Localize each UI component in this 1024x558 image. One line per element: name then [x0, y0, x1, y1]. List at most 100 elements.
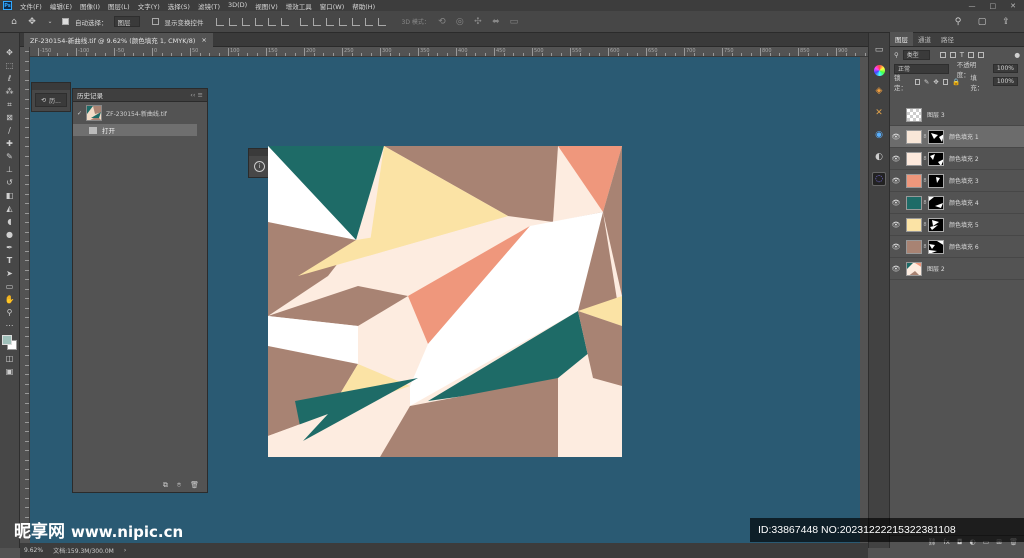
maximize-icon[interactable]: □ [990, 2, 997, 10]
history-collapsed-button[interactable]: ⟲ 历... [35, 93, 67, 107]
photoshop-logo-icon[interactable]: Ps [3, 1, 12, 10]
layer-row[interactable]: 👁 8 颜色填充 5 [890, 214, 1024, 236]
panel-header[interactable] [32, 83, 70, 90]
shape-tool-icon[interactable]: ▭ [3, 281, 16, 292]
chevron-down-icon[interactable]: ⌄ [44, 16, 56, 28]
eye-icon[interactable]: 👁 [890, 133, 902, 141]
paint-bucket-icon[interactable]: ◭ [3, 203, 16, 214]
layer-mask-thumbnail[interactable] [928, 195, 944, 210]
brush-tool-icon[interactable]: ✎ [3, 151, 16, 162]
eye-icon[interactable]: 👁 [890, 199, 902, 207]
layer-mask-thumbnail[interactable] [928, 151, 944, 166]
clone-stamp-icon[interactable]: ⊥ [3, 164, 16, 175]
history-panel-title[interactable]: 历史记录 [77, 90, 103, 100]
pixel-filter-icon[interactable] [939, 51, 946, 58]
properties-icon[interactable]: ▭ [872, 43, 886, 57]
history-step[interactable]: 打开 [73, 124, 197, 136]
lasso-tool-icon[interactable]: ℓ [3, 73, 16, 84]
show-transform-checkbox[interactable] [151, 18, 159, 25]
distribute-icon[interactable] [338, 17, 347, 26]
distribute-icon[interactable] [325, 17, 334, 26]
3d-roll-icon[interactable]: ◎ [454, 16, 466, 28]
auto-select-target-select[interactable]: 图层 [113, 16, 140, 27]
auto-select-checkbox[interactable] [62, 18, 69, 25]
align-right-icon[interactable] [241, 17, 250, 26]
close-tab-icon[interactable]: × [201, 36, 206, 44]
align-middle-icon[interactable] [267, 17, 276, 26]
align-bottom-icon[interactable] [280, 17, 289, 26]
menu-item[interactable]: 图像(I) [76, 1, 104, 11]
filter-toggle-icon[interactable]: ● [1014, 51, 1020, 59]
distribute-icon[interactable] [351, 17, 360, 26]
home-icon[interactable]: ⌂ [8, 16, 20, 28]
distribute-icon[interactable] [299, 17, 308, 26]
layer-row[interactable]: 👁 8 颜色填充 4 [890, 192, 1024, 214]
lock-brush-icon[interactable]: ✎ [924, 78, 929, 86]
3d-pan-icon[interactable]: ✣ [472, 16, 484, 28]
magic-wand-icon[interactable]: ⁂ [3, 86, 16, 97]
layer-mask-thumbnail[interactable] [928, 129, 944, 144]
lock-transparent-icon[interactable] [914, 78, 920, 85]
shape-filter-icon[interactable] [968, 51, 975, 58]
more-options-icon[interactable] [377, 17, 386, 26]
menu-item[interactable]: 3D(D) [224, 1, 251, 11]
menu-item[interactable]: 滤镜(T) [194, 1, 224, 11]
path-select-icon[interactable]: ➤ [3, 268, 16, 279]
menu-item[interactable]: 帮助(H) [348, 1, 379, 11]
visibility-toggle-icon[interactable]: ● [890, 111, 902, 119]
type-filter-icon[interactable]: T [960, 51, 964, 59]
align-center-icon[interactable] [228, 17, 237, 26]
type-tool-icon[interactable]: T [3, 255, 16, 266]
layer-row[interactable]: 👁 8 颜色填充 2 [890, 148, 1024, 170]
layer-filter-select[interactable]: 类型 [902, 49, 930, 60]
info-icon[interactable]: i [254, 161, 265, 172]
document-tab[interactable]: ZF-230154-新曲线.tif @ 9.62% (颜色填充 1, CMYK/… [24, 33, 213, 47]
eyedropper-icon[interactable]: ∕ [3, 125, 16, 136]
align-left-icon[interactable] [215, 17, 224, 26]
zoom-tool-icon[interactable]: ⚲ [3, 307, 16, 318]
status-menu-arrow[interactable]: › [124, 547, 126, 554]
lock-artboard-icon[interactable] [942, 78, 949, 85]
library-icon[interactable]: ◉ [872, 128, 886, 142]
align-top-icon[interactable] [254, 17, 263, 26]
share-icon[interactable]: ⇪ [1000, 16, 1012, 28]
color-swatches[interactable] [1, 335, 18, 351]
distribute-icon[interactable] [312, 17, 321, 26]
adjustment-filter-icon[interactable] [949, 51, 956, 58]
menu-item[interactable]: 视图(V) [251, 1, 282, 11]
screen-mode-icon[interactable]: ▣ [3, 366, 16, 377]
close-icon[interactable]: ✕ [1010, 2, 1016, 10]
move-tool-icon[interactable]: ✥ [26, 16, 38, 28]
layer-row[interactable]: ● 图层 3 [890, 104, 1024, 126]
tools-cross-icon[interactable]: ✕ [872, 106, 886, 120]
ai-icon[interactable]: ◌ [872, 172, 886, 186]
eye-icon[interactable]: 👁 [890, 243, 902, 251]
minimize-icon[interactable]: — [969, 2, 976, 10]
3d-slide-icon[interactable]: ⬌ [490, 16, 502, 28]
menu-item[interactable]: 文字(Y) [134, 1, 164, 11]
distribute-icon[interactable] [364, 17, 373, 26]
history-snapshot[interactable]: ✓ ZF-230154-新曲线.tif [73, 102, 207, 124]
color-wheel-icon[interactable] [873, 65, 885, 76]
layer-row[interactable]: 👁 图层 2 [890, 258, 1024, 280]
lock-all-icon[interactable]: 🔒 [952, 78, 960, 86]
new-document-from-state-icon[interactable]: ⧉ [163, 481, 168, 490]
menu-item[interactable]: 编辑(E) [46, 1, 76, 11]
layer-mask-thumbnail[interactable] [928, 173, 944, 188]
menu-item[interactable]: 窗口(W) [316, 1, 349, 11]
eraser-icon[interactable]: ◧ [3, 190, 16, 201]
layer-row[interactable]: 👁 8 颜色填充 6 [890, 236, 1024, 258]
panel-header[interactable] [249, 149, 269, 156]
zoom-level[interactable]: 9.62% [24, 547, 43, 554]
menu-item[interactable]: 图层(L) [104, 1, 134, 11]
layer-mask-thumbnail[interactable] [928, 217, 944, 232]
history-brush-icon[interactable]: ↺ [3, 177, 16, 188]
tab-layers[interactable]: 图层 [890, 32, 913, 46]
panel-menu-icon[interactable]: ‹‹ ≡ [190, 91, 207, 99]
search-icon[interactable]: ⚲ [952, 16, 964, 28]
layer-row[interactable]: 👁 8 颜色填充 3 [890, 170, 1024, 192]
camera-icon[interactable]: ⌾ [177, 481, 181, 490]
menu-item[interactable]: 增效工具 [282, 1, 316, 11]
workspace-icon[interactable]: ▢ [976, 16, 988, 28]
smart-object-filter-icon[interactable] [978, 51, 985, 58]
